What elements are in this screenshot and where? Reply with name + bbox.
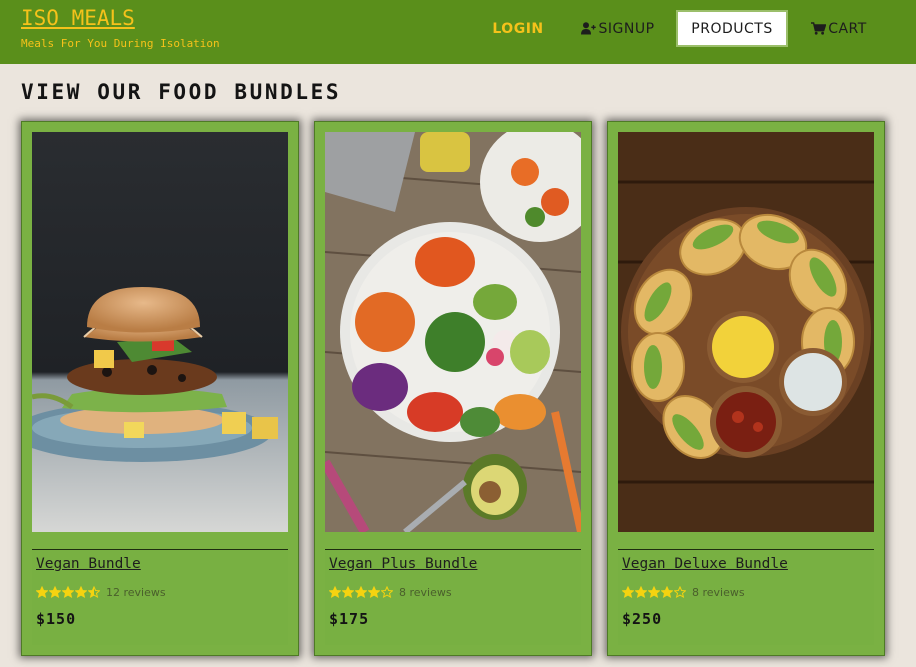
star-empty-icon [674,586,686,598]
nav-cart-link[interactable]: CART [806,10,872,47]
product-name[interactable]: Vegan Deluxe Bundle [622,556,788,572]
review-count[interactable]: 8 reviews [399,586,452,599]
product-rating: 8 reviews [329,584,452,600]
card-info: Vegan Deluxe Bundle 8 reviews $250 [618,549,874,645]
cart-icon [811,22,827,35]
product-rating: 8 reviews [622,584,745,600]
star-full-icon [49,586,61,598]
product-name[interactable]: Vegan Bundle [36,556,141,572]
star-empty-icon [381,586,393,598]
nav-signup-label: SIGNUP [598,20,655,37]
brand-title[interactable]: ISO MEALS [21,6,135,30]
star-full-icon [329,586,341,598]
star-full-icon [355,586,367,598]
product-price: $175 [329,610,370,628]
star-full-icon [342,586,354,598]
brand-tagline: Meals For You During Isolation [21,37,220,50]
star-full-icon [648,586,660,598]
star-rating [622,586,687,598]
nav-signup-link[interactable]: SIGNUP [574,10,662,47]
product-rating: 12 reviews [36,584,166,600]
nav-cart-label: CART [828,20,867,37]
veggie-burger-photo[interactable] [32,132,288,532]
card-info: Vegan Plus Bundle 8 reviews $175 [325,549,581,645]
product-card[interactable]: Vegan Bundle 12 reviews $150 [21,121,299,656]
star-rating [36,586,101,598]
star-full-icon [36,586,48,598]
user-plus-icon [581,22,597,35]
product-name[interactable]: Vegan Plus Bundle [329,556,477,572]
product-price: $250 [622,610,663,628]
product-card[interactable]: Vegan Plus Bundle 8 reviews $175 [314,121,592,656]
review-count[interactable]: 12 reviews [106,586,166,599]
card-info: Vegan Bundle 12 reviews $150 [32,549,288,645]
avocado-tacos-platter-photo[interactable] [618,132,874,532]
review-count[interactable]: 8 reviews [692,586,745,599]
star-half-icon [88,586,100,598]
top-navbar: ISO MEALS Meals For You During Isolation… [0,0,916,64]
star-full-icon [75,586,87,598]
star-full-icon [622,586,634,598]
star-full-icon [368,586,380,598]
product-card[interactable]: Vegan Deluxe Bundle 8 reviews $250 [607,121,885,656]
nav-products-label: PRODUCTS [691,20,773,37]
star-full-icon [62,586,74,598]
star-full-icon [635,586,647,598]
star-rating [329,586,394,598]
nav-products-link[interactable]: PRODUCTS [676,10,788,47]
product-price: $150 [36,610,77,628]
nav-login-label: LOGIN [492,20,544,37]
star-full-icon [661,586,673,598]
vegetable-salad-bowl-photo[interactable] [325,132,581,532]
nav-login-link[interactable]: LOGIN [486,10,550,47]
page-title: VIEW OUR FOOD BUNDLES [21,80,342,104]
